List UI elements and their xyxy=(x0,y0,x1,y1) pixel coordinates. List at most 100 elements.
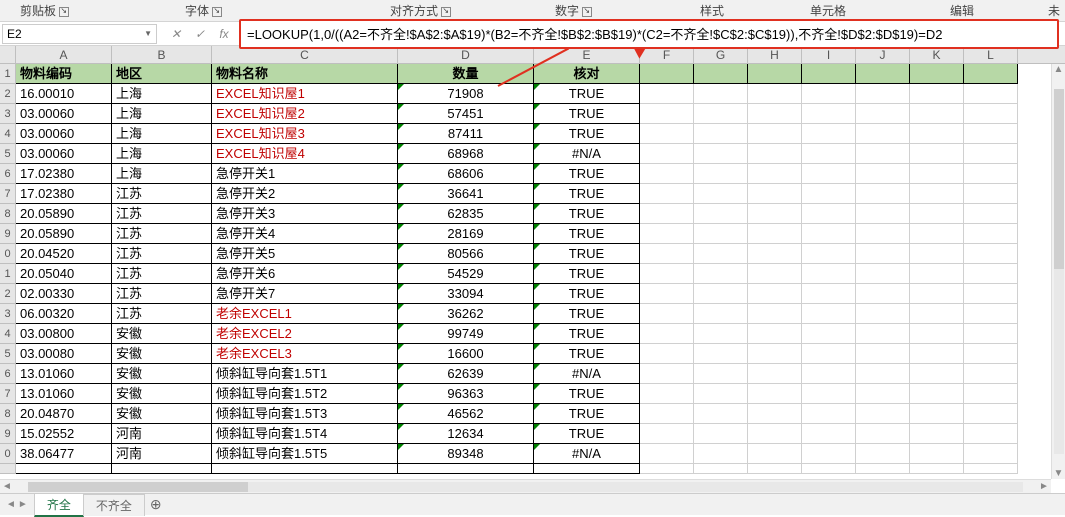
ribbon-group-alignment[interactable]: 对齐方式 xyxy=(390,2,451,19)
col-header-G[interactable]: G xyxy=(694,46,748,63)
tab-nav-next-icon[interactable]: ► xyxy=(18,499,28,510)
empty-cell[interactable] xyxy=(694,104,748,124)
col-header-D[interactable]: D xyxy=(398,46,534,63)
data-cell[interactable]: 上海 xyxy=(112,144,212,164)
data-cell[interactable]: 老余EXCEL3 xyxy=(212,344,398,364)
data-cell[interactable]: 68606 xyxy=(398,164,534,184)
data-cell[interactable]: 上海 xyxy=(112,164,212,184)
empty-cell[interactable] xyxy=(964,424,1018,444)
empty-cell[interactable] xyxy=(910,204,964,224)
data-cell[interactable]: 江苏 xyxy=(112,284,212,304)
data-cell[interactable]: 06.00320 xyxy=(16,304,112,324)
empty-cell[interactable] xyxy=(748,204,802,224)
empty-cell[interactable] xyxy=(694,64,748,84)
empty-cell[interactable] xyxy=(964,184,1018,204)
empty-cell[interactable] xyxy=(694,144,748,164)
data-cell[interactable]: #N/A xyxy=(534,144,640,164)
empty-cell[interactable] xyxy=(748,244,802,264)
empty-cell[interactable] xyxy=(802,404,856,424)
empty-cell[interactable] xyxy=(910,424,964,444)
data-cell[interactable]: 倾斜缸导向套1.5T2 xyxy=(212,384,398,404)
vscroll-thumb[interactable] xyxy=(1054,89,1064,269)
data-cell[interactable]: 96363 xyxy=(398,384,534,404)
empty-cell[interactable] xyxy=(964,444,1018,464)
data-cell[interactable]: 13.01060 xyxy=(16,364,112,384)
empty-cell[interactable] xyxy=(694,204,748,224)
empty-cell[interactable] xyxy=(694,364,748,384)
ribbon-group-editing[interactable]: 编辑 xyxy=(950,2,974,19)
empty-cell[interactable] xyxy=(802,64,856,84)
empty-cell[interactable] xyxy=(640,424,694,444)
data-cell[interactable]: 20.04870 xyxy=(16,404,112,424)
dialog-launcher-icon[interactable] xyxy=(582,7,592,17)
empty-cell[interactable] xyxy=(748,284,802,304)
data-cell[interactable]: 87411 xyxy=(398,124,534,144)
empty-cell[interactable] xyxy=(964,224,1018,244)
row-number[interactable]: 7 xyxy=(0,384,16,404)
empty-cell[interactable] xyxy=(802,344,856,364)
dialog-launcher-icon[interactable] xyxy=(441,7,451,17)
cancel-formula-icon[interactable]: ✕ xyxy=(167,27,185,41)
col-header-F[interactable]: F xyxy=(640,46,694,63)
data-cell[interactable]: TRUE xyxy=(534,324,640,344)
data-cell[interactable]: 03.00800 xyxy=(16,324,112,344)
row-number[interactable]: 2 xyxy=(0,84,16,104)
data-cell[interactable] xyxy=(748,464,802,474)
data-cell[interactable]: 80566 xyxy=(398,244,534,264)
empty-cell[interactable] xyxy=(856,144,910,164)
col-header-L[interactable]: L xyxy=(964,46,1018,63)
empty-cell[interactable] xyxy=(856,264,910,284)
data-cell[interactable]: 倾斜缸导向套1.5T5 xyxy=(212,444,398,464)
name-box[interactable]: E2 ▼ xyxy=(2,24,157,44)
data-cell[interactable]: TRUE xyxy=(534,124,640,144)
empty-cell[interactable] xyxy=(694,424,748,444)
empty-cell[interactable] xyxy=(964,164,1018,184)
ribbon-group-font[interactable]: 字体 xyxy=(185,2,222,19)
empty-cell[interactable] xyxy=(694,224,748,244)
empty-cell[interactable] xyxy=(640,224,694,244)
empty-cell[interactable] xyxy=(856,124,910,144)
data-cell[interactable]: 20.05040 xyxy=(16,264,112,284)
data-cell[interactable] xyxy=(910,464,964,474)
empty-cell[interactable] xyxy=(748,424,802,444)
data-cell[interactable]: 江苏 xyxy=(112,244,212,264)
empty-cell[interactable] xyxy=(856,164,910,184)
empty-cell[interactable] xyxy=(802,244,856,264)
data-cell[interactable]: 62835 xyxy=(398,204,534,224)
header-cell[interactable]: 物料编码 xyxy=(16,64,112,84)
empty-cell[interactable] xyxy=(802,104,856,124)
empty-cell[interactable] xyxy=(964,284,1018,304)
empty-cell[interactable] xyxy=(640,204,694,224)
empty-cell[interactable] xyxy=(856,104,910,124)
ribbon-group-cells[interactable]: 单元格 xyxy=(810,2,846,19)
data-cell[interactable]: 03.00060 xyxy=(16,104,112,124)
empty-cell[interactable] xyxy=(910,244,964,264)
empty-cell[interactable] xyxy=(802,184,856,204)
data-cell[interactable]: TRUE xyxy=(534,164,640,184)
empty-cell[interactable] xyxy=(694,184,748,204)
empty-cell[interactable] xyxy=(802,224,856,244)
data-cell[interactable]: 倾斜缸导向套1.5T4 xyxy=(212,424,398,444)
empty-cell[interactable] xyxy=(910,164,964,184)
empty-cell[interactable] xyxy=(748,324,802,344)
row-number[interactable]: 1 xyxy=(0,264,16,284)
empty-cell[interactable] xyxy=(748,364,802,384)
scroll-down-icon[interactable]: ▼ xyxy=(1052,468,1065,479)
col-header-C[interactable]: C xyxy=(212,46,398,63)
data-cell[interactable] xyxy=(694,464,748,474)
data-cell[interactable] xyxy=(802,464,856,474)
data-cell[interactable] xyxy=(112,464,212,474)
empty-cell[interactable] xyxy=(748,444,802,464)
sheet-tab[interactable]: 不齐全 xyxy=(83,494,145,516)
empty-cell[interactable] xyxy=(910,64,964,84)
empty-cell[interactable] xyxy=(640,244,694,264)
empty-cell[interactable] xyxy=(748,264,802,284)
add-sheet-icon[interactable]: ⊕ xyxy=(150,496,162,513)
empty-cell[interactable] xyxy=(964,384,1018,404)
empty-cell[interactable] xyxy=(964,364,1018,384)
dialog-launcher-icon[interactable] xyxy=(212,7,222,17)
data-cell[interactable]: 江苏 xyxy=(112,224,212,244)
scroll-left-icon[interactable]: ◄ xyxy=(0,481,14,492)
empty-cell[interactable] xyxy=(802,304,856,324)
data-cell[interactable]: EXCEL知识屋3 xyxy=(212,124,398,144)
